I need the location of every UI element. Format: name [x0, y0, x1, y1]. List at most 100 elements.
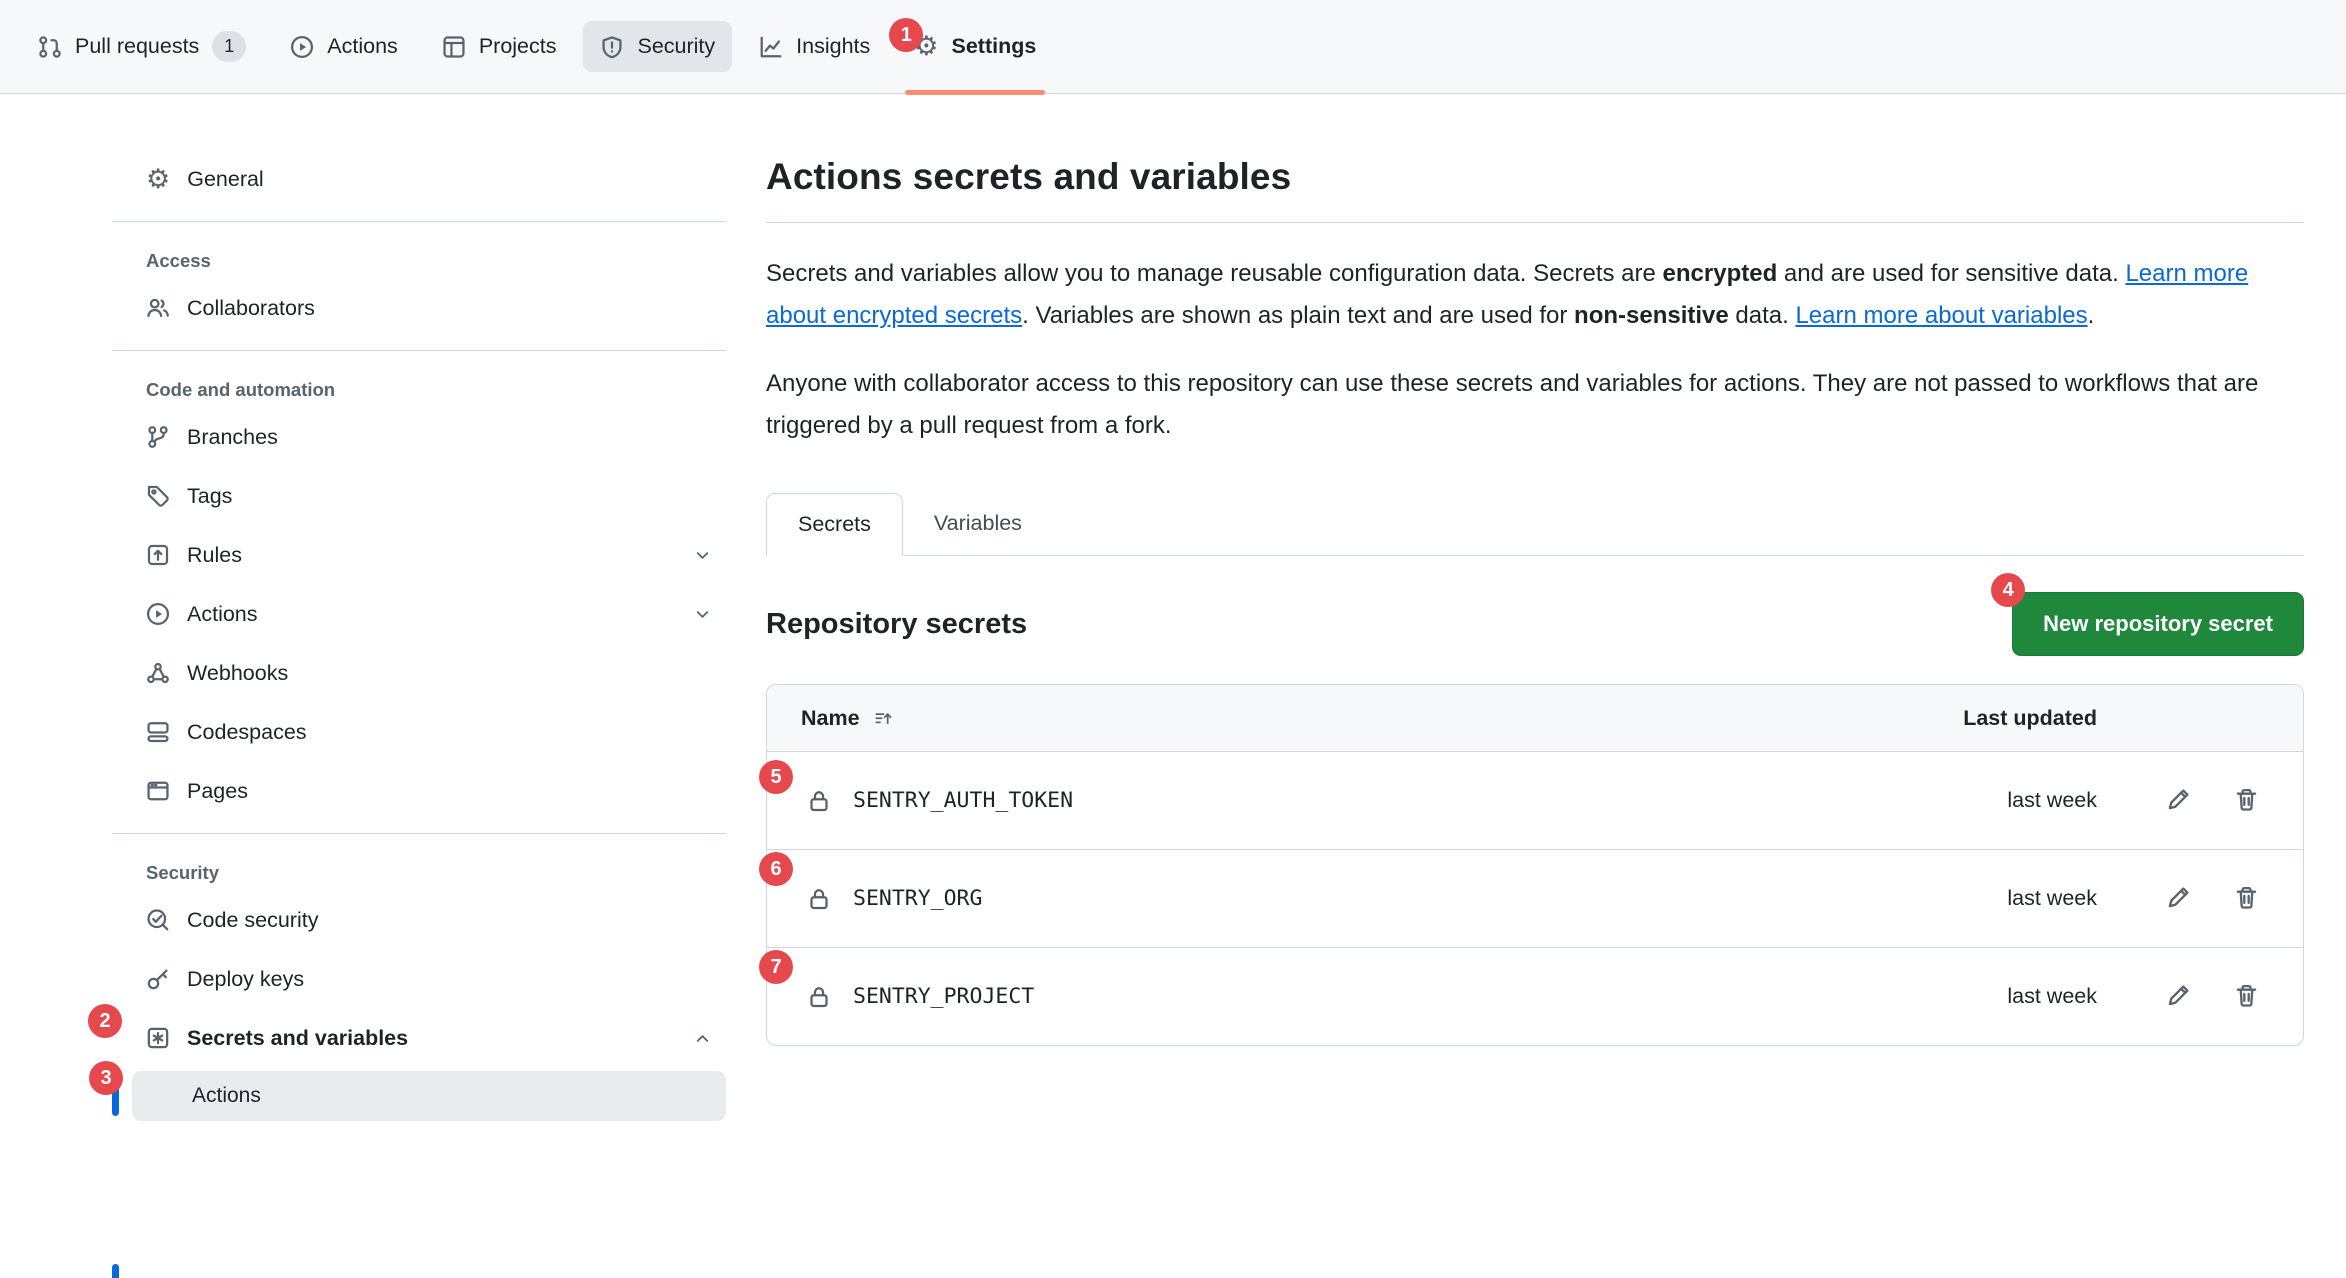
rules-icon — [146, 543, 170, 567]
sidebar-item-webhooks[interactable]: Webhooks — [132, 647, 726, 699]
trash-icon — [2234, 983, 2259, 1011]
lock-icon — [807, 789, 831, 813]
key-icon — [146, 967, 170, 991]
edit-secret-button[interactable] — [2157, 780, 2199, 822]
nav-label: Insights — [796, 34, 870, 59]
codescan-check-icon — [146, 908, 170, 932]
edit-secret-button[interactable] — [2157, 976, 2199, 1018]
sidebar-item-general[interactable]: ⚙ General — [132, 153, 726, 205]
secret-row: 5 SENTRY_AUTH_TOKEN last week — [767, 751, 2303, 849]
new-repository-secret-button[interactable]: 4 New repository secret — [2012, 592, 2304, 656]
asterisk-box-icon — [146, 1026, 170, 1050]
lock-icon — [807, 887, 831, 911]
nav-label: Settings — [951, 34, 1036, 59]
sidebar-item-branches[interactable]: Branches — [132, 411, 726, 463]
chevron-down-icon — [693, 546, 712, 565]
pencil-icon — [2166, 983, 2191, 1011]
pull-requests-count-badge: 1 — [212, 31, 246, 62]
nav-settings[interactable]: 1 ⚙ Settings — [897, 0, 1053, 93]
sort-ascending-icon — [874, 709, 893, 728]
intro-paragraph: Secrets and variables allow you to manag… — [766, 253, 2304, 337]
people-icon — [146, 296, 170, 320]
annotation-badge-6: 6 — [759, 852, 793, 886]
webhook-icon — [146, 661, 170, 685]
column-header-name[interactable]: Name — [801, 706, 1847, 731]
annotation-badge-7: 7 — [759, 950, 793, 984]
sidebar-item-secrets-and-variables[interactable]: 2 Secrets and variables — [132, 1012, 726, 1064]
actions-play-icon — [290, 35, 314, 59]
tab-variables[interactable]: Variables — [903, 493, 1053, 555]
projects-table-icon — [442, 35, 466, 59]
nav-security[interactable]: Security — [583, 0, 732, 93]
page-title: Actions secrets and variables — [766, 156, 2304, 223]
delete-secret-button[interactable] — [2225, 780, 2267, 822]
learn-more-variables-link[interactable]: Learn more about variables — [1795, 302, 2087, 329]
repo-top-nav: Pull requests 1 Actions Projects — [0, 0, 2346, 94]
sidebar-item-code-security[interactable]: Code security — [132, 894, 726, 946]
secret-name: SENTRY_AUTH_TOKEN — [853, 788, 1073, 813]
trash-icon — [2234, 787, 2259, 815]
column-header-last-updated: Last updated — [1847, 706, 2097, 731]
delete-secret-button[interactable] — [2225, 976, 2267, 1018]
sidebar-item-collaborators[interactable]: Collaborators — [132, 282, 726, 334]
nav-actions[interactable]: Actions — [273, 0, 415, 93]
sidebar-item-codespaces[interactable]: Codespaces — [132, 706, 726, 758]
nav-projects[interactable]: Projects — [425, 0, 574, 93]
collaborator-access-paragraph: Anyone with collaborator access to this … — [766, 363, 2304, 447]
secret-row: 6 SENTRY_ORG last week — [767, 849, 2303, 947]
delete-secret-button[interactable] — [2225, 878, 2267, 920]
browser-icon — [146, 779, 170, 803]
sidebar-item-pages[interactable]: Pages — [132, 765, 726, 817]
lock-icon — [807, 985, 831, 1009]
secret-row: 7 SENTRY_PROJECT last week — [767, 947, 2303, 1045]
sidebar-item-deploy-keys[interactable]: Deploy keys — [132, 953, 726, 1005]
secret-name: SENTRY_ORG — [853, 886, 982, 911]
annotation-badge-3: 3 — [89, 1061, 123, 1095]
chevron-down-icon — [693, 605, 712, 624]
secrets-table: Name Last updated 5 SENTRY_AUTH_TOKEN la… — [766, 684, 2304, 1046]
pull-request-icon — [38, 35, 62, 59]
pencil-icon — [2166, 885, 2191, 913]
nav-pull-requests[interactable]: Pull requests 1 — [21, 0, 263, 93]
partial-indicator-bar — [112, 1264, 119, 1278]
last-updated-value: last week — [1847, 886, 2097, 911]
tag-icon — [146, 484, 170, 508]
sidebar-item-rules[interactable]: Rules — [132, 529, 726, 581]
main-content: Actions secrets and variables Secrets an… — [766, 140, 2304, 1046]
repository-secrets-header-row: Repository secrets 4 New repository secr… — [766, 592, 2304, 656]
annotation-badge-5: 5 — [759, 760, 793, 794]
nav-label: Pull requests — [75, 34, 199, 59]
branch-icon — [146, 425, 170, 449]
pencil-icon — [2166, 787, 2191, 815]
nav-label: Actions — [327, 34, 398, 59]
nav-insights[interactable]: Insights — [742, 0, 887, 93]
codespaces-icon — [146, 720, 170, 744]
annotation-badge-2: 2 — [88, 1004, 122, 1038]
tab-secrets[interactable]: Secrets — [766, 493, 903, 556]
repo-settings-page: Pull requests 1 Actions Projects — [0, 0, 2346, 1278]
last-updated-value: last week — [1847, 984, 2097, 1009]
sidebar-item-actions[interactable]: Actions — [132, 588, 726, 640]
actions-play-icon — [146, 602, 170, 626]
active-nav-underline — [905, 90, 1045, 95]
annotation-badge-4: 4 — [1991, 573, 2025, 607]
divider — [112, 221, 726, 222]
trash-icon — [2234, 885, 2259, 913]
sidebar-section-access: Access — [146, 250, 726, 272]
graph-icon — [759, 35, 783, 59]
settings-sidebar: ⚙ General Access Collaborators Code and … — [112, 134, 726, 1121]
edit-secret-button[interactable] — [2157, 878, 2199, 920]
secret-name: SENTRY_PROJECT — [853, 984, 1034, 1009]
nav-label: Security — [637, 34, 715, 59]
sidebar-section-security: Security — [146, 862, 726, 884]
last-updated-value: last week — [1847, 788, 2097, 813]
sidebar-section-code-automation: Code and automation — [146, 379, 726, 401]
secrets-table-header: Name Last updated — [767, 685, 2303, 751]
shield-icon — [600, 35, 624, 59]
secrets-variables-tabs: Secrets Variables — [766, 493, 2304, 556]
sidebar-item-tags[interactable]: Tags — [132, 470, 726, 522]
nav-label: Projects — [479, 34, 557, 59]
divider — [112, 350, 726, 351]
chevron-up-icon — [693, 1029, 712, 1048]
sidebar-subitem-actions-selected[interactable]: 3 Actions — [132, 1071, 726, 1121]
